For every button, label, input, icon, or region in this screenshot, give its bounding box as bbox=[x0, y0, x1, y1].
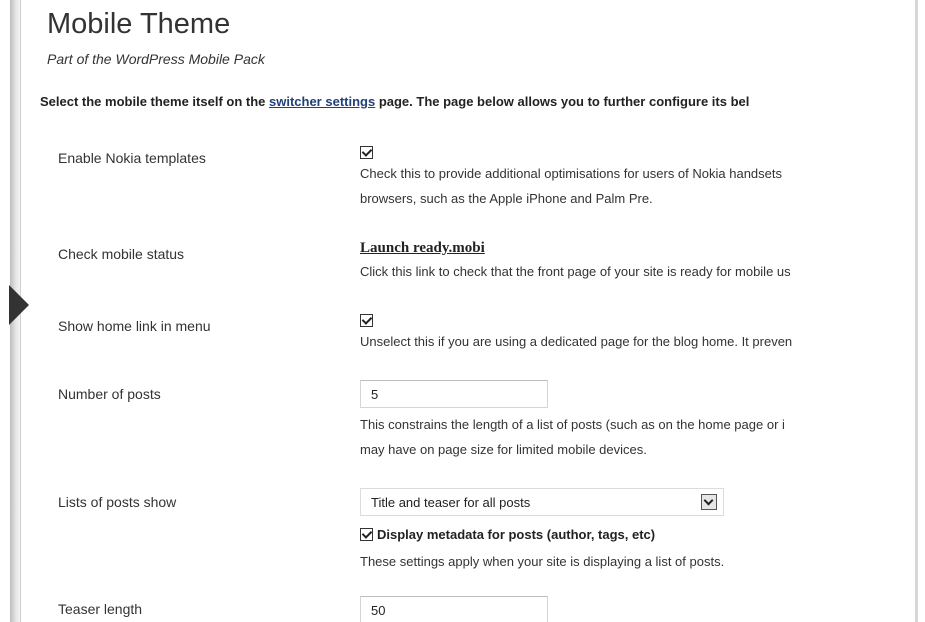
lists-of-posts-select[interactable]: Title and teaser for all posts bbox=[360, 488, 724, 516]
chevron-down-icon[interactable] bbox=[701, 494, 717, 510]
display-metadata-checkbox[interactable] bbox=[360, 528, 373, 542]
teaser-length-input[interactable]: 50 bbox=[360, 596, 548, 622]
number-of-posts-label: Number of posts bbox=[58, 386, 161, 402]
settings-page: Mobile Theme Part of the WordPress Mobil… bbox=[0, 0, 925, 622]
intro-text-after: page. The page below allows you to furth… bbox=[375, 94, 750, 109]
lists-of-posts-label: Lists of posts show bbox=[58, 494, 177, 510]
mobile-status-label: Check mobile status bbox=[58, 246, 185, 262]
display-metadata-option: Display metadata for posts (author, tags… bbox=[360, 526, 655, 544]
posts-desc-line2: may have on page size for limited mobile… bbox=[360, 442, 647, 457]
number-of-posts-description: This constrains the length of a list of … bbox=[360, 412, 785, 462]
nokia-templates-description: Check this to provide additional optimis… bbox=[360, 161, 782, 211]
home-link-label: Show home link in menu bbox=[58, 318, 211, 334]
home-link-field bbox=[360, 312, 373, 330]
display-metadata-label: Display metadata for posts (author, tags… bbox=[377, 527, 656, 543]
nokia-templates-checkbox[interactable] bbox=[360, 146, 373, 160]
page-title: Mobile Theme bbox=[47, 8, 231, 40]
home-link-description: Unselect this if you are using a dedicat… bbox=[360, 334, 793, 349]
main-content: Mobile Theme Part of the WordPress Mobil… bbox=[40, 0, 915, 622]
teaser-length-label: Teaser length bbox=[58, 601, 143, 617]
launch-ready-mobi-link[interactable]: Launch ready.mobi bbox=[360, 240, 485, 257]
switcher-settings-link[interactable]: switcher settings bbox=[269, 94, 375, 109]
collapse-menu-arrow-icon[interactable] bbox=[9, 285, 29, 325]
nokia-templates-field bbox=[360, 144, 373, 162]
lists-of-posts-selected-value: Title and teaser for all posts bbox=[371, 495, 531, 510]
number-of-posts-input[interactable]: 5 bbox=[360, 380, 548, 408]
intro-text: Select the mobile theme itself on the sw… bbox=[40, 94, 749, 109]
mobile-status-description: Click this link to check that the front … bbox=[360, 264, 791, 279]
posts-desc-line1: This constrains the length of a list of … bbox=[360, 417, 785, 432]
right-edge-border bbox=[915, 0, 918, 622]
page-subtitle: Part of the WordPress Mobile Pack bbox=[47, 51, 265, 67]
intro-text-before: Select the mobile theme itself on the bbox=[40, 94, 269, 109]
home-link-checkbox[interactable] bbox=[360, 314, 373, 328]
nokia-desc-line1: Check this to provide additional optimis… bbox=[360, 166, 782, 181]
lists-of-posts-description: These settings apply when your site is d… bbox=[360, 554, 725, 569]
nokia-templates-label: Enable Nokia templates bbox=[58, 150, 206, 166]
nokia-desc-line2: browsers, such as the Apple iPhone and P… bbox=[360, 191, 653, 206]
